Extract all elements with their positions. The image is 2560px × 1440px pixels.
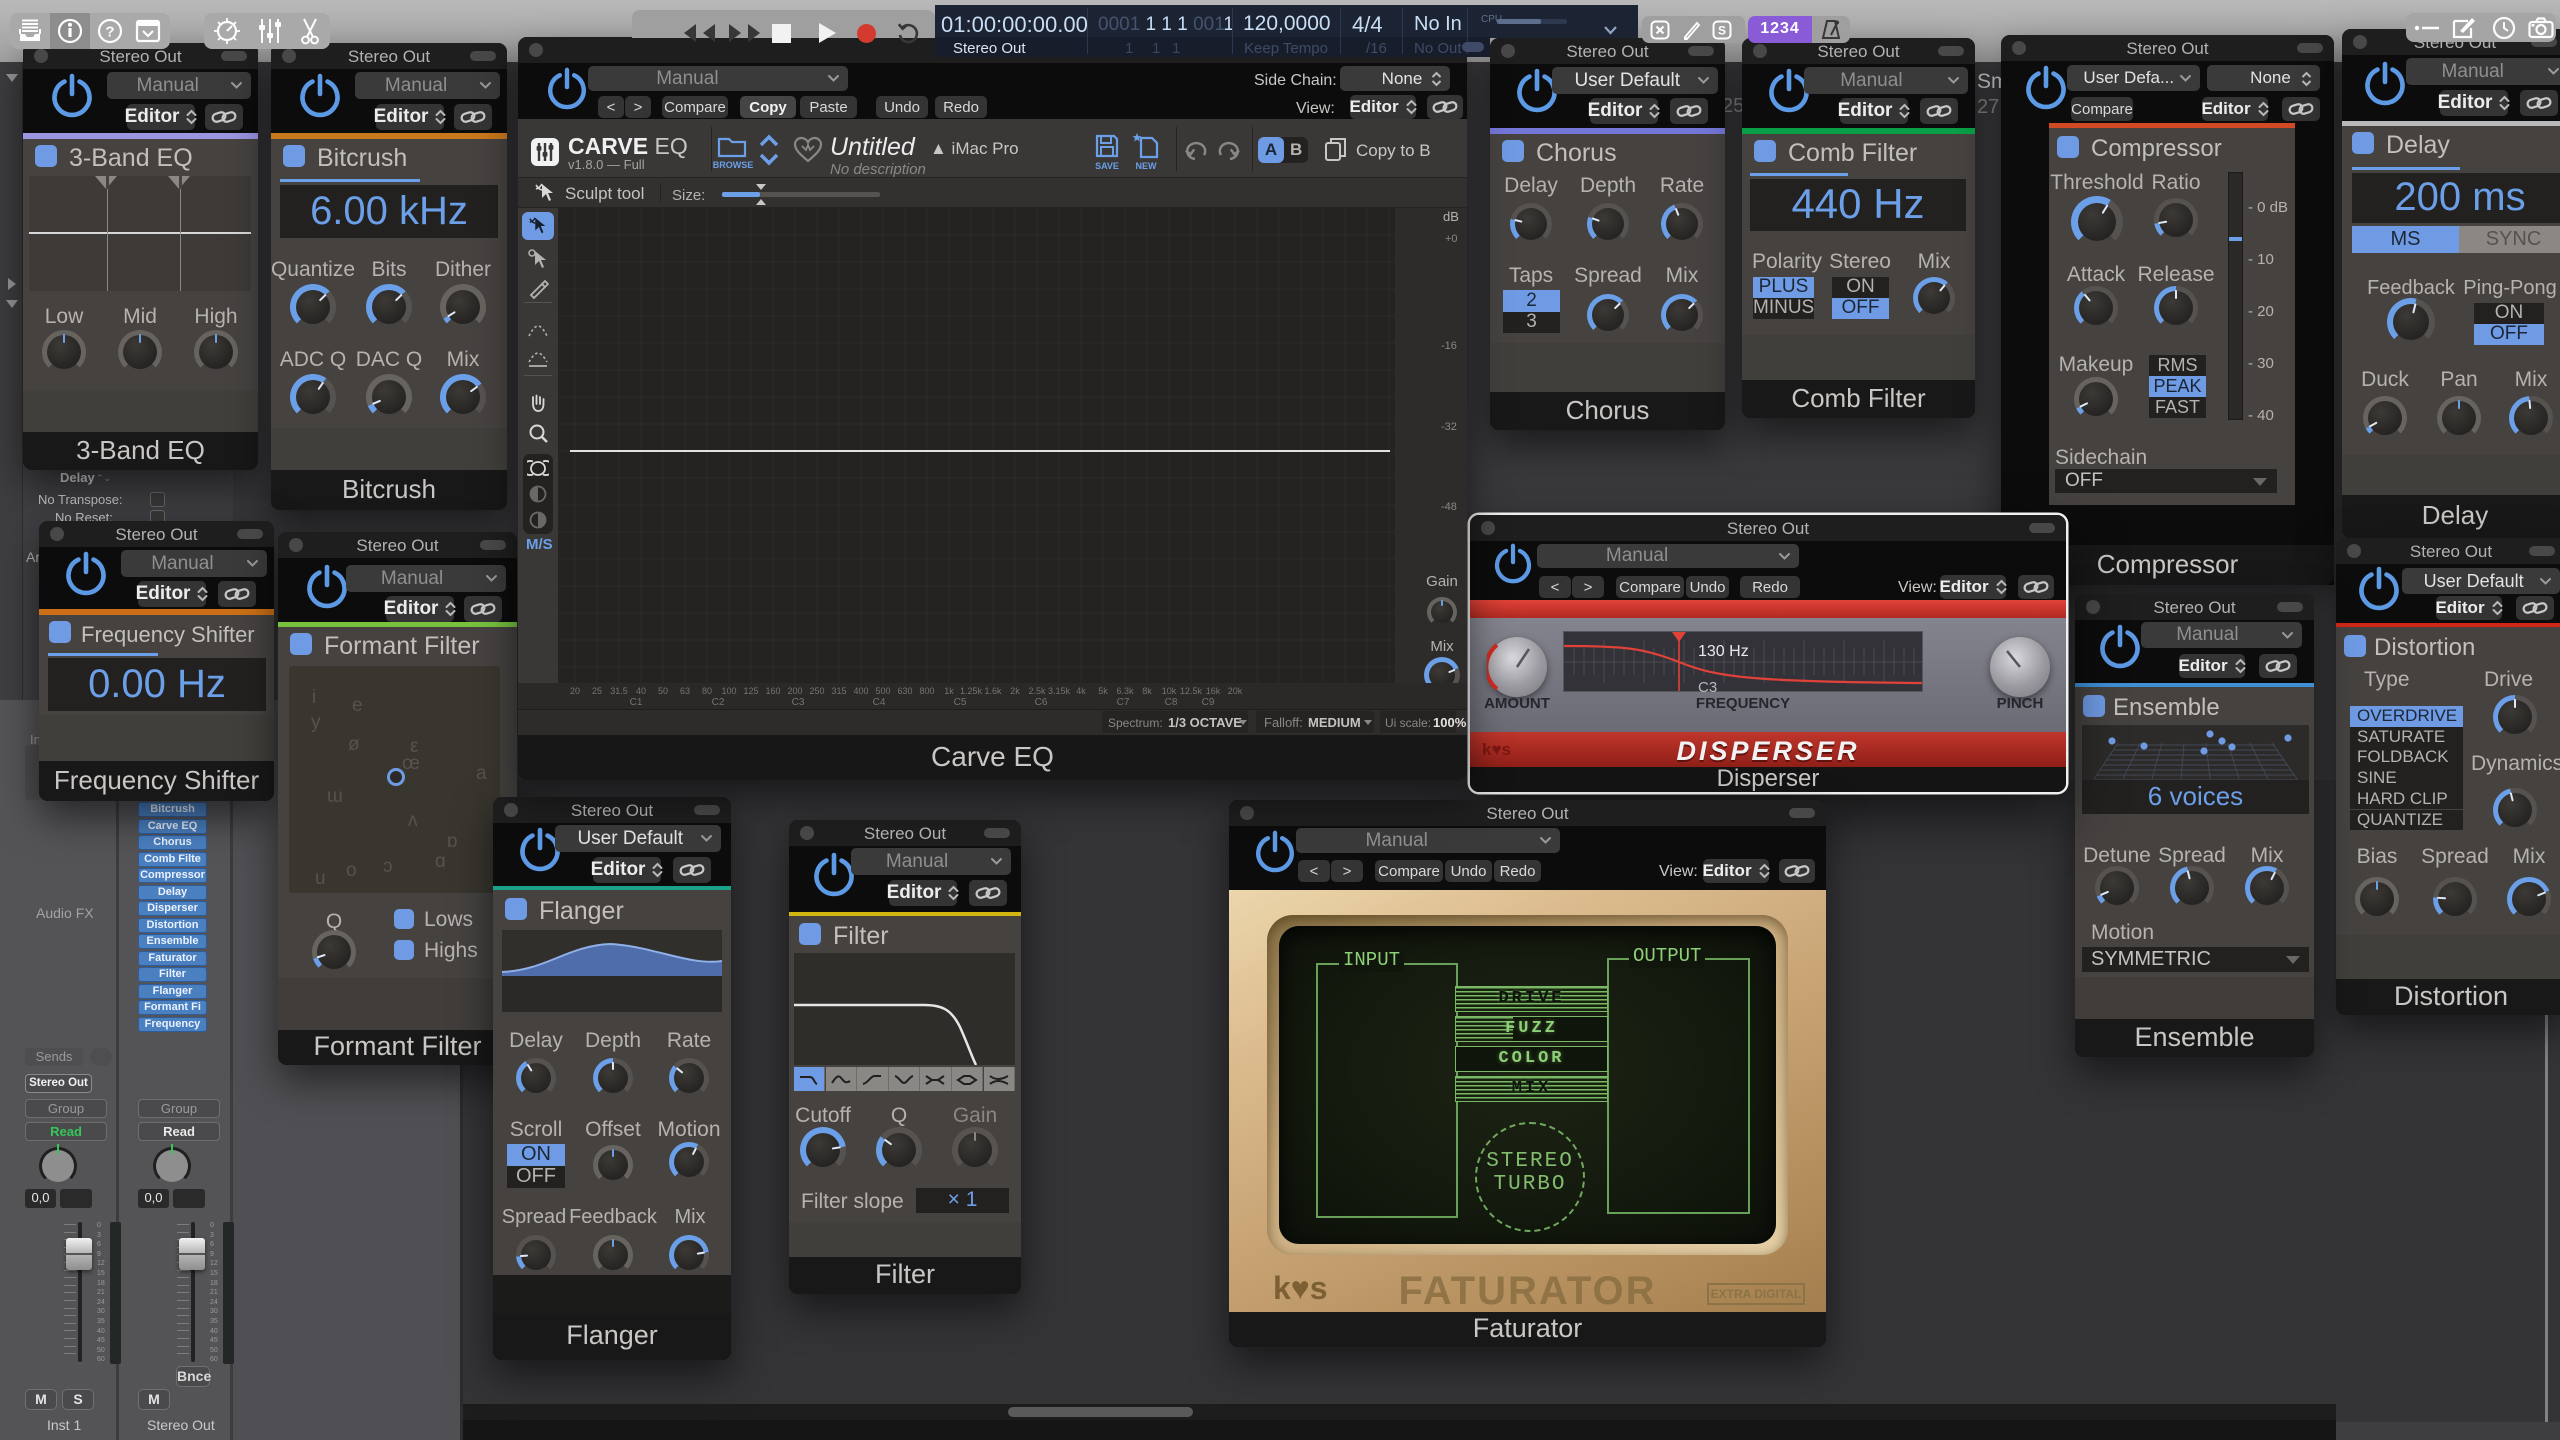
svg-text:S: S <box>1718 24 1726 38</box>
svg-text:?: ? <box>105 24 114 41</box>
